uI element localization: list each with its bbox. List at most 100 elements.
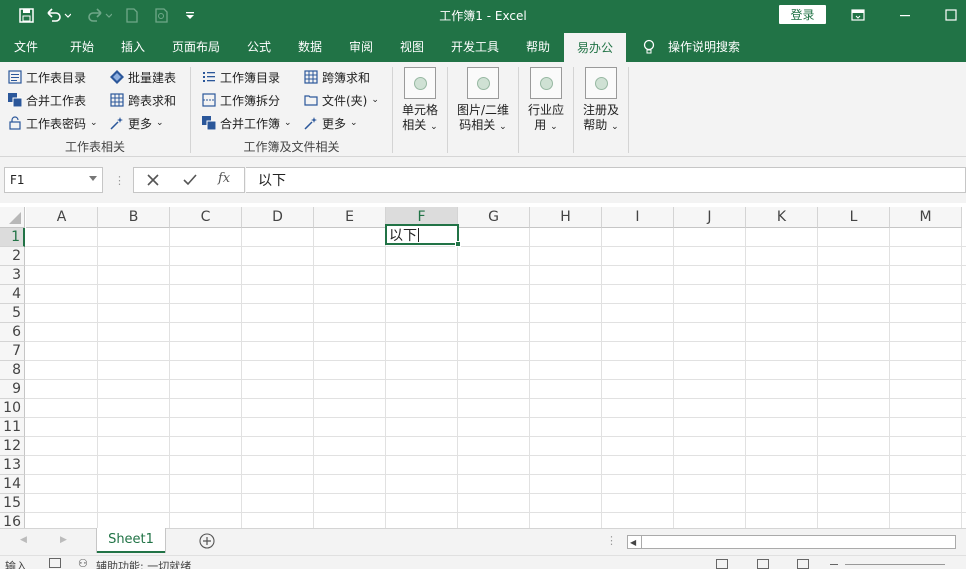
row-header[interactable]: 13 bbox=[0, 456, 25, 475]
scroll-right-icon[interactable]: ▶ bbox=[60, 535, 67, 545]
active-cell[interactable]: 以下 bbox=[385, 224, 461, 247]
column-header[interactable]: B bbox=[98, 207, 170, 228]
column-header[interactable]: E bbox=[314, 207, 386, 228]
splitter-handle-icon[interactable]: ⋮ bbox=[606, 534, 617, 547]
normal-view-icon[interactable] bbox=[716, 559, 728, 569]
tell-me-search[interactable]: 操作说明搜索 bbox=[664, 31, 744, 62]
tab-formulas[interactable]: 公式 bbox=[237, 31, 281, 62]
print-preview-icon[interactable] bbox=[153, 5, 171, 25]
file-folder-button[interactable]: 文件(夹) ⌄ bbox=[304, 90, 379, 110]
column-header[interactable]: C bbox=[170, 207, 242, 228]
tab-insert[interactable]: 插入 bbox=[111, 31, 155, 62]
sheet-more-button[interactable]: 更多 ⌄ bbox=[110, 113, 164, 133]
list-doc-icon bbox=[8, 70, 22, 84]
tab-help[interactable]: 帮助 bbox=[516, 31, 560, 62]
register-help-button[interactable]: 注册及 帮助 ⌄ bbox=[576, 67, 626, 135]
row-header[interactable]: 9 bbox=[0, 380, 25, 399]
image-qrcode-button[interactable]: 图片/二维 码相关 ⌄ bbox=[452, 67, 514, 135]
row-header[interactable]: 11 bbox=[0, 418, 25, 437]
chevron-down-icon[interactable] bbox=[89, 176, 97, 181]
column-header[interactable]: M bbox=[890, 207, 962, 228]
cross-sheet-sum-button[interactable]: 跨表求和 bbox=[110, 90, 176, 110]
sheet-tab-sheet1[interactable]: Sheet1 bbox=[97, 528, 165, 553]
new-file-icon[interactable] bbox=[124, 5, 140, 25]
row-header[interactable]: 14 bbox=[0, 475, 25, 494]
select-all-corner[interactable] bbox=[0, 207, 25, 228]
row-header[interactable]: 3 bbox=[0, 266, 25, 285]
cell-related-button[interactable]: 单元格 相关 ⌄ bbox=[395, 67, 445, 135]
name-box[interactable]: F1 bbox=[4, 167, 103, 193]
column-header[interactable]: I bbox=[602, 207, 674, 228]
login-button[interactable]: 登录 bbox=[779, 5, 826, 24]
row-header[interactable]: 7 bbox=[0, 342, 25, 361]
accessibility-status[interactable]: 辅助功能: 一切就绪 bbox=[96, 558, 191, 569]
row-header[interactable]: 1 bbox=[0, 228, 25, 247]
tab-yibangong[interactable]: 易办公 bbox=[564, 33, 626, 62]
row-header[interactable]: 8 bbox=[0, 361, 25, 380]
save-icon[interactable] bbox=[16, 5, 36, 25]
column-header[interactable]: K bbox=[746, 207, 818, 228]
add-sheet-icon[interactable] bbox=[199, 533, 215, 549]
page-layout-view-icon[interactable] bbox=[757, 559, 769, 569]
batch-create-sheets-button[interactable]: 批量建表 bbox=[110, 67, 176, 87]
row-header[interactable]: 4 bbox=[0, 285, 25, 304]
sheet-toc-button[interactable]: 工作表目录 bbox=[8, 67, 86, 87]
row-header[interactable]: 10 bbox=[0, 399, 25, 418]
merge-books-button[interactable]: 合并工作簿 ⌄ bbox=[202, 113, 292, 133]
cross-book-sum-button[interactable]: 跨簿求和 bbox=[304, 67, 370, 87]
column-header[interactable]: J bbox=[674, 207, 746, 228]
sheet-password-button[interactable]: 工作表密码 ⌄ bbox=[8, 113, 98, 133]
zoom-out-icon[interactable] bbox=[830, 564, 838, 565]
tab-view[interactable]: 视图 bbox=[390, 31, 434, 62]
cross-book-sum-label: 跨簿求和 bbox=[322, 70, 371, 85]
tab-developer[interactable]: 开发工具 bbox=[443, 31, 507, 62]
scroll-left-arrow-icon[interactable]: ◀ bbox=[630, 538, 636, 547]
spreadsheet-grid[interactable]: ABCDEFGHIJKLM 1 2 3 4 5 6 7 8 9 10 11 12 13 14 15 16 以下 bbox=[0, 203, 966, 528]
drag-handle-icon[interactable]: ⋮ bbox=[114, 174, 125, 187]
enter-check-icon[interactable] bbox=[182, 172, 198, 188]
customize-toolbar-icon[interactable] bbox=[183, 5, 197, 25]
undo-icon[interactable] bbox=[44, 5, 72, 25]
minimize-icon[interactable] bbox=[890, 3, 920, 27]
merge-sheets-button[interactable]: 合并工作表 bbox=[8, 90, 86, 110]
page-break-view-icon[interactable] bbox=[797, 559, 809, 569]
row-header[interactable]: 16 bbox=[0, 513, 25, 528]
maximize-icon[interactable] bbox=[936, 3, 966, 27]
tab-review[interactable]: 审阅 bbox=[339, 31, 383, 62]
cancel-icon[interactable] bbox=[145, 172, 161, 188]
lightbulb-icon[interactable] bbox=[638, 31, 660, 62]
column-header[interactable]: L bbox=[818, 207, 890, 228]
row-header[interactable]: 15 bbox=[0, 494, 25, 513]
column-header[interactable]: A bbox=[26, 207, 98, 228]
formula-input[interactable]: 以下 bbox=[246, 167, 966, 193]
cell-related-label-2: 相关 bbox=[402, 118, 427, 132]
macro-record-icon[interactable] bbox=[49, 558, 61, 568]
redo-icon[interactable] bbox=[85, 5, 113, 25]
ribbon-display-icon[interactable] bbox=[843, 3, 873, 27]
horizontal-scrollbar[interactable]: ◀ bbox=[627, 535, 956, 549]
insert-function-icon[interactable]: fx bbox=[218, 171, 238, 189]
zoom-slider[interactable] bbox=[845, 564, 945, 565]
book-more-button[interactable]: 更多 ⌄ bbox=[304, 113, 358, 133]
scroll-left-icon[interactable]: ◀ bbox=[20, 535, 27, 545]
industry-apps-button[interactable]: 行业应 用 ⌄ bbox=[521, 67, 571, 135]
column-header[interactable]: D bbox=[242, 207, 314, 228]
split-book-button[interactable]: 工作簿拆分 bbox=[202, 90, 280, 110]
tab-home[interactable]: 开始 bbox=[60, 31, 104, 62]
accessibility-icon[interactable]: ⚇ bbox=[78, 557, 88, 569]
cell-related-label-1: 单元格 bbox=[401, 103, 438, 117]
fill-handle[interactable] bbox=[455, 241, 461, 247]
tab-file[interactable]: 文件 bbox=[4, 31, 48, 62]
row-header[interactable]: 2 bbox=[0, 247, 25, 266]
tab-page-layout[interactable]: 页面布局 bbox=[166, 31, 226, 62]
row-header[interactable]: 5 bbox=[0, 304, 25, 323]
column-header[interactable]: H bbox=[530, 207, 602, 228]
row-header[interactable]: 12 bbox=[0, 437, 25, 456]
row-header[interactable]: 6 bbox=[0, 323, 25, 342]
tab-data[interactable]: 数据 bbox=[288, 31, 332, 62]
group-divider bbox=[518, 67, 519, 153]
sheet-toc-label: 工作表目录 bbox=[26, 70, 87, 85]
book-toc-button[interactable]: 工作簿目录 bbox=[202, 67, 280, 87]
column-header[interactable]: G bbox=[458, 207, 530, 228]
status-bar: 输入 ⚇ 辅助功能: 一切就绪 bbox=[0, 555, 966, 569]
